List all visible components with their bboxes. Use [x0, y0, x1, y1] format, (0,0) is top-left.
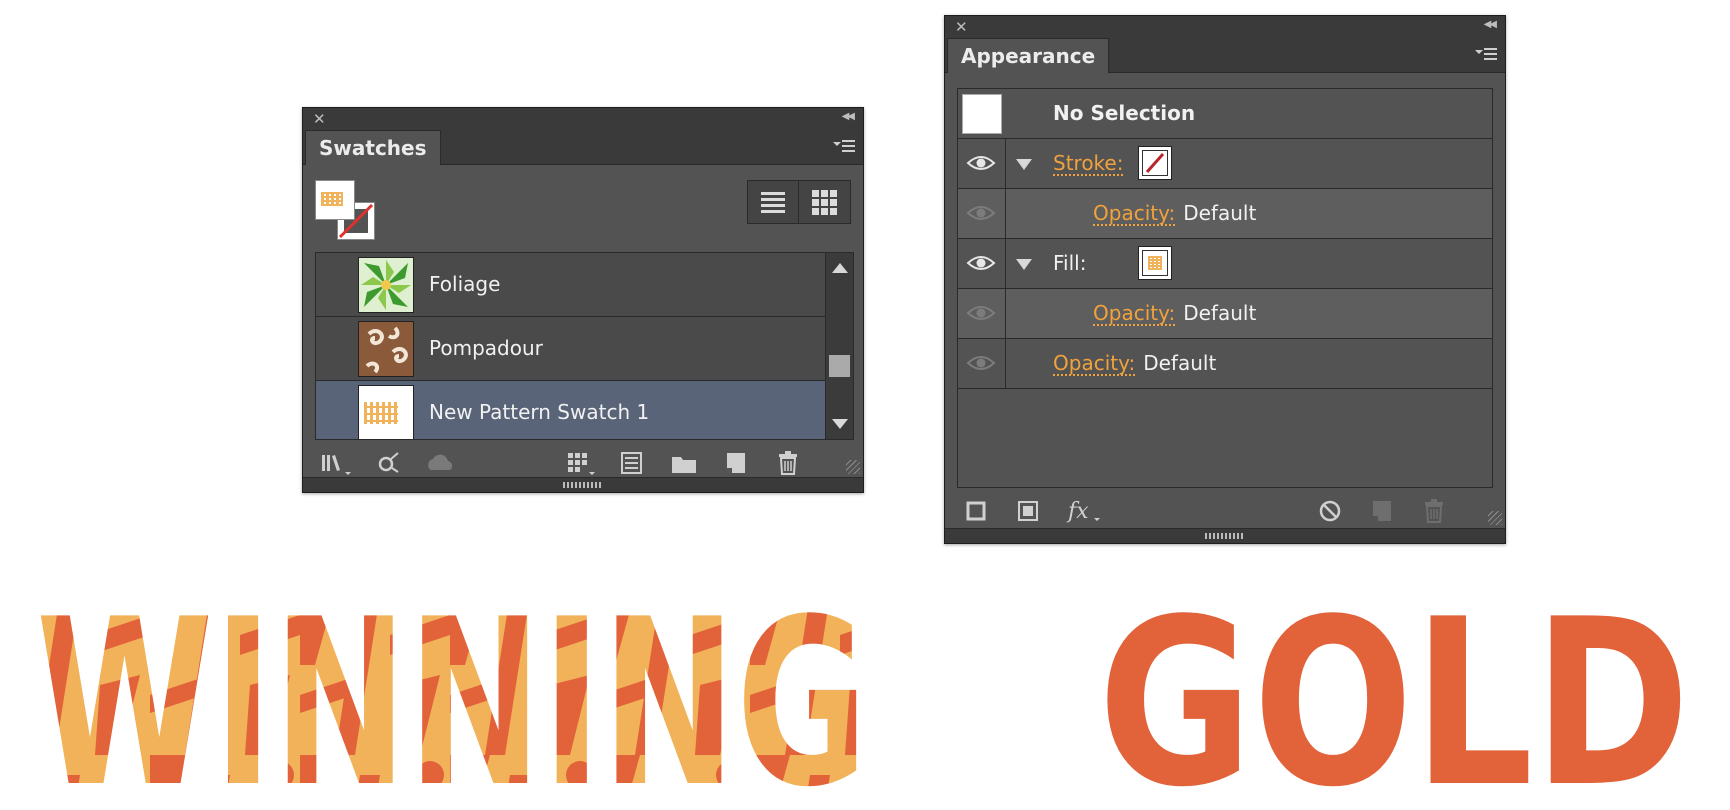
panel-menu-icon[interactable]	[1475, 48, 1497, 62]
appearance-list: No Selection Stroke: Opacity: Default Fi…	[957, 88, 1493, 488]
panel-bottom-grip[interactable]	[945, 528, 1505, 543]
pattern-thumbnail	[358, 385, 414, 439]
appearance-panel: ✕ ◀◀ Appearance No Selection Stroke: Opa…	[944, 15, 1506, 544]
swatch-options-icon[interactable]	[617, 448, 647, 478]
swatches-footer	[303, 446, 863, 480]
fill-stroke-indicator[interactable]	[315, 180, 375, 242]
fill-color-chip[interactable]	[1138, 246, 1172, 280]
view-toggle	[747, 180, 851, 224]
selection-label: No Selection	[1053, 101, 1196, 125]
clear-appearance-icon[interactable]	[1315, 496, 1345, 526]
swatch-label: Foliage	[429, 272, 501, 296]
swatch-libraries-icon[interactable]	[319, 448, 351, 478]
opacity-label[interactable]: Opacity:	[1053, 351, 1135, 375]
fill-opacity-row[interactable]: Opacity: Default	[958, 289, 1492, 339]
visibility-eye-icon[interactable]	[958, 139, 1006, 188]
visibility-eye-icon[interactable]	[958, 289, 1006, 338]
show-kinds-icon[interactable]	[373, 448, 403, 478]
winning-gold-artwork: WINNING GOLD	[36, 575, 1690, 810]
foliage-thumbnail	[358, 257, 414, 313]
panel-bottom-grip[interactable]	[303, 477, 863, 492]
add-new-fill-icon[interactable]	[1013, 496, 1043, 526]
tab-row: Appearance	[945, 38, 1505, 73]
appearance-footer: fx	[945, 494, 1505, 528]
disclosure-triangle-icon[interactable]	[1006, 139, 1040, 188]
close-icon[interactable]: ✕	[955, 18, 968, 36]
new-swatch-icon[interactable]	[721, 448, 751, 478]
panel-menu-icon[interactable]	[833, 140, 855, 154]
disclosure-triangle-icon[interactable]	[1006, 239, 1040, 288]
fill-row[interactable]: Fill:	[958, 239, 1492, 289]
opacity-value: Default	[1183, 301, 1257, 325]
cloud-sync-icon[interactable]	[425, 448, 455, 478]
swatch-label: New Pattern Swatch 1	[429, 400, 650, 424]
collapse-icon[interactable]: ◀◀	[1484, 19, 1497, 30]
fill-opacity-text: Opacity: Default	[1093, 289, 1256, 338]
new-color-group-icon[interactable]	[669, 448, 699, 478]
swatches-panel: ✕ ◀◀ Swatches Foliage Pompadour New Patt…	[302, 107, 864, 493]
selection-thumbnail	[962, 94, 1002, 134]
collapse-icon[interactable]: ◀◀	[842, 111, 855, 122]
svg-text:fx: fx	[1066, 499, 1089, 524]
opacity-value: Default	[1143, 351, 1217, 375]
close-icon[interactable]: ✕	[313, 110, 326, 128]
stroke-color-chip[interactable]	[1138, 146, 1172, 180]
gold-word: GOLD	[1098, 575, 1690, 810]
add-new-effect-icon[interactable]: fx	[1065, 496, 1105, 526]
add-new-stroke-icon[interactable]	[961, 496, 991, 526]
scroll-thumb[interactable]	[829, 355, 850, 377]
swatch-row-new-pattern-swatch-1[interactable]: New Pattern Swatch 1	[316, 381, 826, 439]
list-view-icon[interactable]	[748, 181, 799, 223]
swatch-row-foliage[interactable]: Foliage	[316, 253, 826, 317]
resize-grip-icon[interactable]	[846, 460, 860, 474]
vertical-scrollbar[interactable]	[825, 253, 853, 439]
opacity-value: Default	[1183, 201, 1257, 225]
scroll-up-icon[interactable]	[832, 263, 848, 273]
swatch-list: Foliage Pompadour New Pattern Swatch 1	[315, 252, 854, 440]
appearance-header-row[interactable]: No Selection	[958, 89, 1492, 139]
opacity-label[interactable]: Opacity:	[1093, 201, 1175, 225]
duplicate-item-icon[interactable]	[1367, 496, 1397, 526]
object-opacity-row[interactable]: Opacity: Default	[958, 339, 1492, 389]
swatch-label: Pompadour	[429, 336, 543, 360]
scroll-down-icon[interactable]	[832, 419, 848, 429]
panel-titlebar[interactable]: ✕ ◀◀	[303, 108, 863, 130]
fill-label: Fill:	[1053, 251, 1087, 275]
stroke-row[interactable]: Stroke:	[958, 139, 1492, 189]
tab-appearance[interactable]: Appearance	[947, 38, 1110, 73]
object-opacity-text: Opacity: Default	[1053, 339, 1216, 388]
swatch-options-grid-icon[interactable]	[565, 448, 595, 478]
tab-swatches[interactable]: Swatches	[305, 130, 441, 165]
visibility-eye-icon[interactable]	[958, 239, 1006, 288]
visibility-eye-icon[interactable]	[958, 189, 1006, 238]
stroke-label-wrap: Stroke:	[1053, 139, 1123, 188]
none-slash-icon	[1145, 153, 1165, 173]
swatch-row-pompadour[interactable]: Pompadour	[316, 317, 826, 381]
trash-icon[interactable]	[773, 448, 803, 478]
resize-grip-icon[interactable]	[1488, 511, 1502, 525]
grid-view-icon[interactable]	[799, 181, 849, 223]
panel-titlebar[interactable]: ✕ ◀◀	[945, 16, 1505, 38]
winning-word: WINNING	[36, 575, 868, 810]
trash-icon[interactable]	[1419, 496, 1449, 526]
opacity-label[interactable]: Opacity:	[1093, 301, 1175, 325]
pompadour-thumbnail	[358, 321, 414, 377]
stroke-label[interactable]: Stroke:	[1053, 151, 1123, 175]
fill-swatch[interactable]	[315, 180, 355, 220]
visibility-eye-icon[interactable]	[958, 339, 1006, 388]
stroke-opacity-text: Opacity: Default	[1093, 189, 1256, 238]
tab-row: Swatches	[303, 130, 863, 165]
stroke-opacity-row[interactable]: Opacity: Default	[958, 189, 1492, 239]
